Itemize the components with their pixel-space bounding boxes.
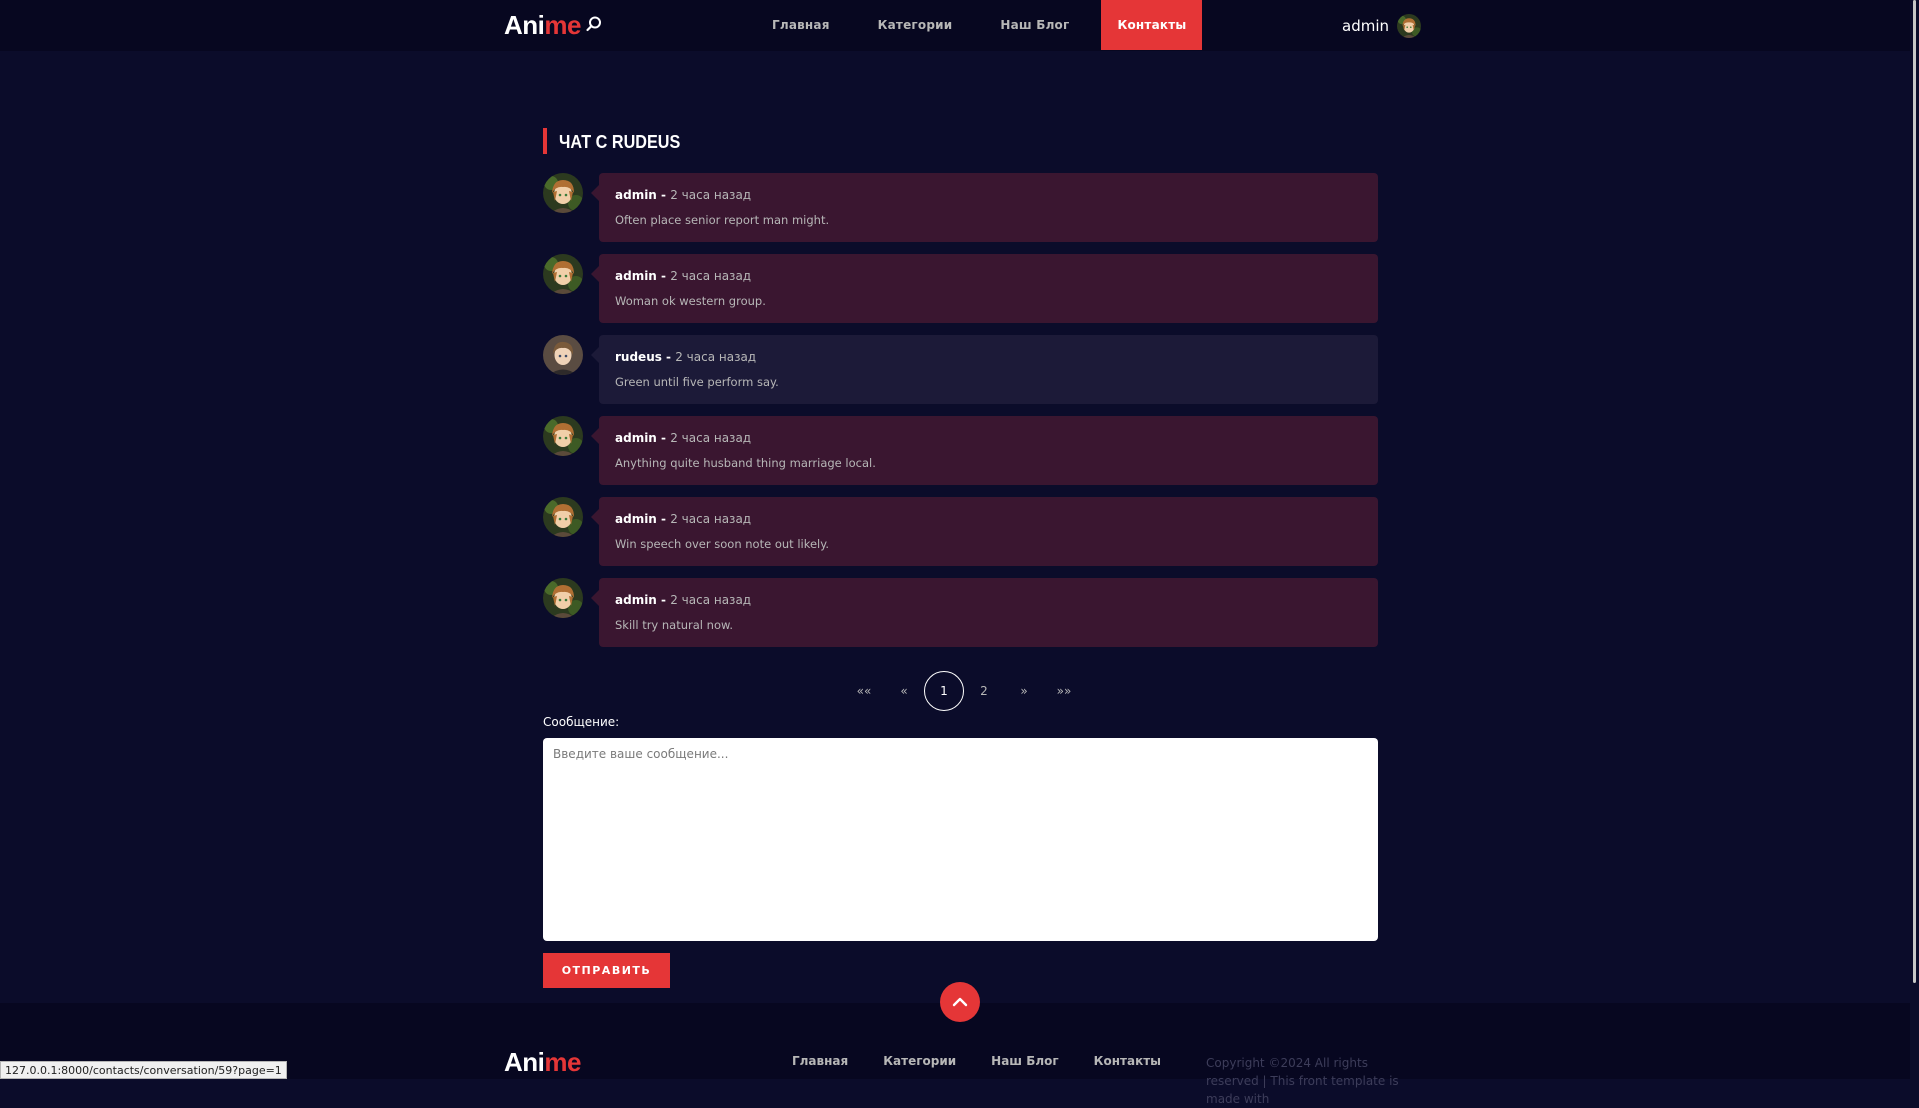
avatar bbox=[543, 254, 583, 294]
logo-part-2: me bbox=[544, 1047, 581, 1077]
message-item: admin - 2 часа назад Anything quite husb… bbox=[543, 416, 1378, 485]
nav-contacts[interactable]: Контакты bbox=[1101, 0, 1203, 50]
message-bubble: admin - 2 часа назад Woman ok western gr… bbox=[591, 254, 1378, 323]
message-bubble: admin - 2 часа назад Skill try natural n… bbox=[591, 578, 1378, 647]
logo-part-1: Ani bbox=[504, 1047, 545, 1077]
page-prev-link[interactable]: « bbox=[884, 671, 924, 711]
message-author: admin bbox=[615, 431, 657, 445]
main-nav: Главная Категории Наш Блог Контакты bbox=[756, 0, 1218, 50]
avatar bbox=[543, 335, 583, 375]
logo-part-1: Ani bbox=[504, 10, 545, 40]
footer-nav-home[interactable]: Главная bbox=[792, 1054, 848, 1068]
avatar bbox=[543, 416, 583, 456]
author-separator: - bbox=[656, 269, 671, 283]
message-time: 2 часа назад bbox=[670, 593, 752, 607]
message-bubble: admin - 2 часа назад Win speech over soo… bbox=[591, 497, 1378, 566]
message-meta: admin - 2 часа назад bbox=[615, 511, 1362, 527]
message-item: admin - 2 часа назад Win speech over soo… bbox=[543, 497, 1378, 566]
chat-title-text: ЧАТ С RUDEUS bbox=[559, 132, 681, 152]
message-author: admin bbox=[615, 269, 657, 283]
search-icon[interactable] bbox=[585, 15, 603, 33]
message-text: Often place senior report man might. bbox=[615, 213, 830, 227]
footer-nav-contacts[interactable]: Контакты bbox=[1094, 1054, 1161, 1068]
message-meta: admin - 2 часа назад bbox=[615, 430, 1362, 446]
message-input[interactable] bbox=[543, 738, 1378, 941]
footer-logo[interactable]: Anime bbox=[504, 1047, 581, 1078]
scrollbar-thumb[interactable] bbox=[1913, 0, 1916, 983]
message-list: admin - 2 часа назад Often place senior … bbox=[543, 173, 1378, 659]
message-item: admin - 2 часа назад Woman ok western gr… bbox=[543, 254, 1378, 323]
username[interactable]: admin bbox=[1342, 17, 1389, 35]
footer-nav-blog[interactable]: Наш Блог bbox=[991, 1054, 1059, 1068]
message-meta: rudeus - 2 часа назад bbox=[615, 349, 1362, 365]
message-author: admin bbox=[615, 188, 657, 202]
page-next-link[interactable]: » bbox=[1004, 671, 1044, 711]
user-avatar[interactable] bbox=[1397, 14, 1421, 38]
message-text: Green until five perform say. bbox=[615, 375, 779, 389]
message-item: admin - 2 часа назад Skill try natural n… bbox=[543, 578, 1378, 647]
pagination: «« « 1 2 » »» bbox=[844, 671, 1084, 711]
message-text: Anything quite husband thing marriage lo… bbox=[615, 456, 876, 470]
message-bubble: rudeus - 2 часа назад Green until five p… bbox=[591, 335, 1378, 404]
author-separator: - bbox=[656, 512, 671, 526]
nav-categories[interactable]: Категории bbox=[862, 0, 969, 50]
scroll-to-top-button[interactable] bbox=[940, 982, 980, 1022]
message-meta: admin - 2 часа назад bbox=[615, 187, 1362, 203]
author-separator: - bbox=[661, 350, 676, 364]
message-item: rudeus - 2 часа назад Green until five p… bbox=[543, 335, 1378, 404]
page-first-link[interactable]: «« bbox=[844, 671, 884, 711]
site-logo[interactable]: Anime bbox=[504, 10, 581, 41]
title-accent-bar bbox=[543, 128, 547, 154]
avatar bbox=[543, 497, 583, 537]
message-bubble: admin - 2 часа назад Often place senior … bbox=[591, 173, 1378, 242]
author-separator: - bbox=[656, 431, 671, 445]
message-text: Woman ok western group. bbox=[615, 294, 766, 308]
chevron-up-icon bbox=[952, 997, 968, 1007]
send-button[interactable]: ОТПРАВИТЬ bbox=[543, 953, 670, 988]
page-link[interactable]: 2 bbox=[964, 671, 1004, 711]
message-time: 2 часа назад bbox=[670, 512, 752, 526]
nav-blog[interactable]: Наш Блог bbox=[984, 0, 1085, 50]
message-author: rudeus bbox=[615, 350, 662, 364]
message-bubble: admin - 2 часа назад Anything quite husb… bbox=[591, 416, 1378, 485]
message-item: admin - 2 часа назад Often place senior … bbox=[543, 173, 1378, 242]
message-time: 2 часа назад bbox=[670, 269, 752, 283]
page-link-current[interactable]: 1 bbox=[924, 671, 964, 711]
author-separator: - bbox=[656, 593, 671, 607]
message-text: Skill try natural now. bbox=[615, 618, 733, 632]
footer-nav-categories[interactable]: Категории bbox=[883, 1054, 956, 1068]
message-meta: admin - 2 часа назад bbox=[615, 592, 1362, 608]
avatar bbox=[543, 173, 583, 213]
author-separator: - bbox=[656, 188, 671, 202]
message-meta: admin - 2 часа назад bbox=[615, 268, 1362, 284]
message-author: admin bbox=[615, 512, 657, 526]
page-last-link[interactable]: »» bbox=[1044, 671, 1084, 711]
page-scrollbar[interactable] bbox=[1910, 0, 1919, 1079]
avatar bbox=[543, 578, 583, 618]
message-time: 2 часа назад bbox=[670, 431, 752, 445]
message-text: Win speech over soon note out likely. bbox=[615, 537, 830, 551]
message-time: 2 часа назад bbox=[675, 350, 757, 364]
logo-part-2: me bbox=[544, 10, 581, 40]
message-author: admin bbox=[615, 593, 657, 607]
message-time: 2 часа назад bbox=[670, 188, 752, 202]
browser-status-url: 127.0.0.1:8000/contacts/conversation/59?… bbox=[0, 1061, 287, 1079]
copyright-text: Copyright ©2024 All rights reserved | Th… bbox=[1206, 1056, 1399, 1106]
nav-home[interactable]: Главная bbox=[756, 0, 846, 50]
user-menu[interactable]: admin bbox=[1342, 13, 1421, 39]
top-header: Anime Главная Категории Наш Блог Контакт… bbox=[0, 0, 1919, 51]
footer-nav: Главная Категории Наш Блог Контакты bbox=[792, 1054, 1196, 1068]
message-label: Сообщение: bbox=[543, 715, 620, 729]
